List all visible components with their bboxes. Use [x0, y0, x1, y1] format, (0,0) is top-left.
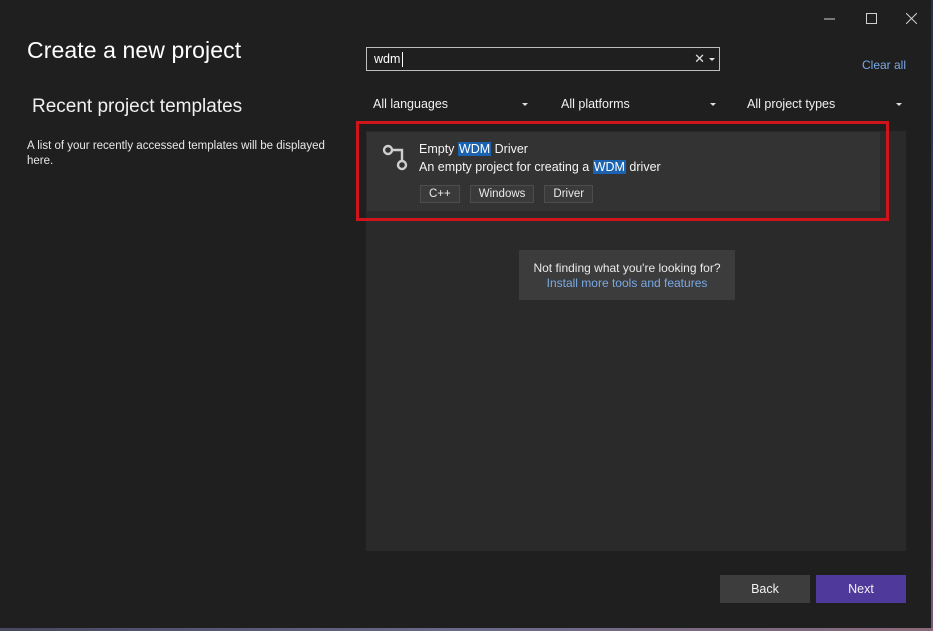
back-button[interactable]: Back	[720, 575, 810, 603]
minimize-icon	[823, 18, 835, 19]
platform-filter-label: All platforms	[561, 97, 630, 111]
template-description: An empty project for creating a WDM driv…	[419, 160, 661, 174]
project-type-filter-label: All project types	[747, 97, 836, 111]
next-button[interactable]: Next	[816, 575, 906, 603]
maximize-icon	[865, 12, 877, 24]
tag-project-type: Driver	[544, 185, 594, 203]
platform-filter-dropdown[interactable]: All platforms	[561, 96, 719, 114]
close-button[interactable]	[891, 0, 931, 36]
search-value: wdm	[374, 52, 401, 66]
not-finding-panel: Not finding what you're looking for? Ins…	[519, 250, 735, 300]
recent-templates-heading: Recent project templates	[32, 96, 243, 117]
close-icon	[905, 12, 917, 24]
not-finding-text: Not finding what you're looking for?	[533, 261, 721, 275]
tag-language: C++	[420, 185, 460, 203]
recent-templates-description: A list of your recently accessed templat…	[27, 140, 325, 167]
template-tags: C++ Windows Driver	[420, 185, 594, 203]
results-scrollbar[interactable]	[882, 131, 906, 551]
maximize-button[interactable]	[851, 0, 891, 36]
search-match-highlight: WDM	[457, 142, 492, 156]
language-filter-label: All languages	[373, 97, 449, 111]
clear-search-icon[interactable]: ✕	[694, 51, 705, 67]
driver-template-icon	[382, 144, 408, 171]
search-history-dropdown-icon[interactable]	[709, 58, 715, 61]
page-title: Create a new project	[27, 37, 242, 63]
chevron-down-icon	[710, 103, 716, 106]
minimize-button[interactable]	[809, 0, 849, 36]
chevron-down-icon	[896, 103, 902, 106]
language-filter-dropdown[interactable]: All languages	[373, 96, 531, 114]
search-input[interactable]: wdm ✕	[366, 47, 720, 71]
chevron-down-icon	[522, 103, 528, 106]
project-type-filter-dropdown[interactable]: All project types	[747, 96, 905, 114]
install-more-tools-link[interactable]: Install more tools and features	[519, 276, 735, 290]
search-match-highlight: WDM	[592, 160, 626, 174]
template-item-empty-wdm-driver[interactable]: Empty WDM Driver An empty project for cr…	[367, 132, 880, 211]
clear-all-link[interactable]: Clear all	[862, 58, 906, 72]
text-caret	[402, 52, 403, 67]
template-name: Empty WDM Driver	[419, 142, 528, 156]
template-results-list: Empty WDM Driver An empty project for cr…	[366, 131, 906, 551]
tag-platform: Windows	[469, 185, 535, 203]
